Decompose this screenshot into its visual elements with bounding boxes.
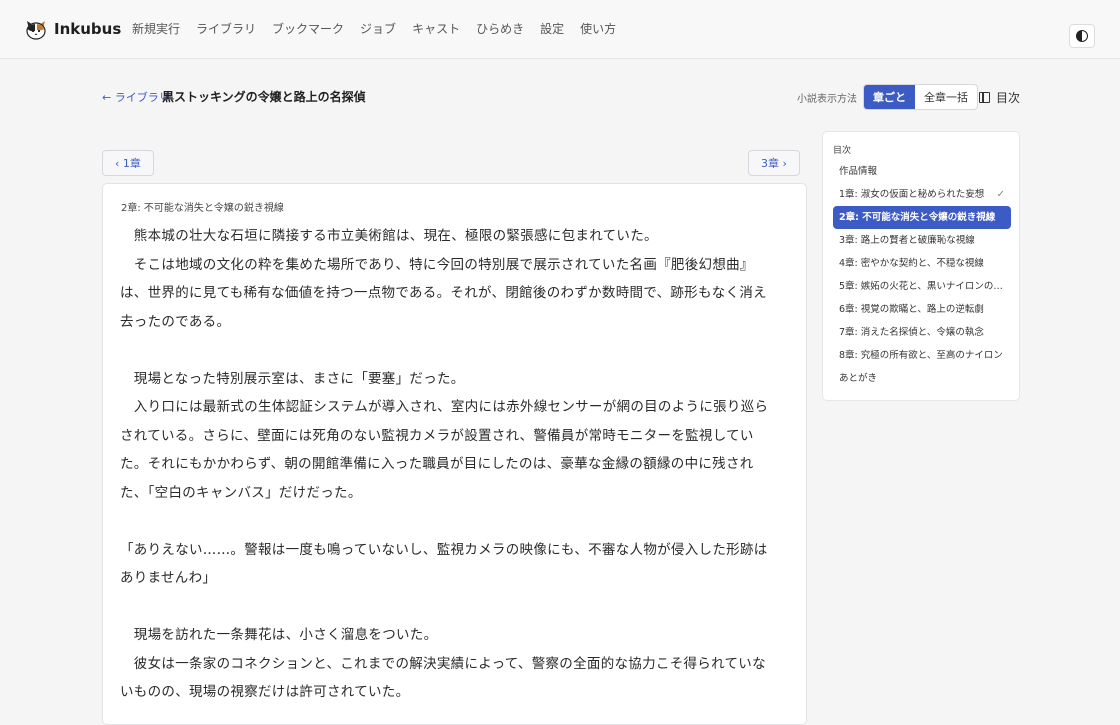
toc-item-label: 7章: 消えた名探偵と、令嬢の執念 bbox=[839, 327, 984, 338]
page-title: 黒ストッキングの令嬢と路上の名探偵 bbox=[162, 90, 366, 104]
paragraph-line: そこは地域の文化の粋を集めた場所であり、特に今回の特別展で展示されていた名画『肥… bbox=[120, 256, 754, 273]
paragraph-line: 去ったのである。 bbox=[120, 313, 231, 330]
paragraph-line: されている。さらに、壁面には死角のない監視カメラが設置され、警備員が常時モニター… bbox=[120, 427, 754, 444]
paragraph-line bbox=[120, 593, 792, 622]
toc-item-label: 2章: 不可能な消失と令嬢の鋭き視線 bbox=[839, 212, 996, 223]
paragraph-line bbox=[120, 507, 792, 536]
display-mode-label: 小説表示方法 bbox=[797, 94, 857, 105]
toc-item-label: 8章: 究極の所有欲と、至高のナイロン bbox=[839, 350, 1003, 361]
nav-settings[interactable]: 設定 bbox=[540, 20, 564, 37]
chapter-content-panel: 2章: 不可能な消失と令嬢の鋭き視線 熊本城の壮大な石垣に隣接する市立美術館は、… bbox=[102, 183, 807, 725]
paragraph-line: いものの、現場の視察だけは許可されていた。 bbox=[120, 684, 410, 700]
contrast-icon bbox=[1076, 30, 1088, 42]
toc-item[interactable]: 2章: 不可能な消失と令嬢の鋭き視線 bbox=[833, 206, 1011, 229]
toc-item-label: 6章: 視覚の欺瞞と、路上の逆転劇 bbox=[839, 304, 984, 315]
display-mode-toggle: 章ごと 全章一括 bbox=[863, 84, 978, 110]
paragraph-line: ありませんわ」 bbox=[120, 570, 217, 586]
toc-item-label: 4章: 密やかな契約と、不穏な視線 bbox=[839, 258, 984, 269]
chapter-heading: 2章: 不可能な消失と令嬢の鋭き視線 bbox=[121, 203, 284, 214]
toc-item[interactable]: 5章: 嫉妬の火花と、黒いナイロンの… bbox=[833, 275, 1011, 298]
paragraph-line: 入り口には最新式の生体認証システムが導入され、室内には赤外線センサーが網の目のよ… bbox=[120, 399, 769, 415]
table-of-contents: 目次 作品情報 1章: 淑女の仮面と秘められた妄想 ✓ 2章: 不可能な消失と令嬢の鋭… bbox=[822, 131, 1020, 401]
back-to-library-link[interactable]: ← ライブラリ bbox=[102, 89, 170, 105]
nav-jobs[interactable]: ジョブ bbox=[360, 20, 396, 37]
toc-item[interactable]: 作品情報 bbox=[833, 160, 1011, 183]
prev-chapter-label: ‹ 1章 bbox=[115, 157, 141, 170]
app-name: Inkubus bbox=[54, 20, 122, 38]
toc-item-label: 5章: 嫉妬の火花と、黒いナイロンの… bbox=[839, 281, 1003, 292]
paragraph-line: 現場となった特別展示室は、まさに「要塞」だった。 bbox=[120, 370, 465, 387]
nav-new-run[interactable]: 新規実行 bbox=[132, 20, 180, 37]
nav-cast[interactable]: キャスト bbox=[412, 20, 460, 37]
toc-item-label: 1章: 淑女の仮面と秘められた妄想 bbox=[839, 189, 985, 200]
paragraph-line: 彼女は一条家のコネクションと、これまでの解決実績によって、警察の全面的な協力こそ… bbox=[120, 655, 766, 672]
nav-library[interactable]: ライブラリ bbox=[196, 20, 256, 37]
mode-per-chapter-button[interactable]: 章ごと bbox=[864, 85, 915, 109]
top-navigation-bar: Inkubus 新規実行 ライブラリ ブックマーク ジョブ キャスト ひらめき … bbox=[0, 0, 1120, 59]
main-nav: 新規実行 ライブラリ ブックマーク ジョブ キャスト ひらめき 設定 使い方 bbox=[132, 20, 632, 37]
theme-toggle-button[interactable] bbox=[1069, 24, 1095, 48]
cat-logo-icon bbox=[26, 21, 46, 40]
toc-item[interactable]: 3章: 路上の賢者と破廉恥な視線 bbox=[833, 229, 1011, 252]
prev-chapter-button[interactable]: ‹ 1章 bbox=[102, 150, 154, 176]
toc-toggle-label: 目次 bbox=[996, 91, 1021, 105]
paragraph-line bbox=[120, 336, 792, 365]
paragraph-line: た、「空白のキャンバス」だけだった。 bbox=[120, 484, 362, 501]
sidebar-panel-icon bbox=[979, 92, 990, 103]
mode-all-chapters-button[interactable]: 全章一括 bbox=[915, 85, 977, 109]
toc-item[interactable]: あとがき bbox=[833, 367, 1011, 390]
brand[interactable]: Inkubus bbox=[25, 18, 121, 40]
toc-title: 目次 bbox=[833, 146, 852, 156]
nav-bookmarks[interactable]: ブックマーク bbox=[272, 20, 344, 37]
toc-item[interactable]: 4章: 密やかな契約と、不穏な視線 bbox=[833, 252, 1011, 275]
toc-item-label: 3章: 路上の賢者と破廉恥な視線 bbox=[839, 235, 975, 246]
toc-item-label: あとがき bbox=[839, 373, 878, 384]
toc-item[interactable]: 8章: 究極の所有欲と、至高のナイロン bbox=[833, 344, 1011, 367]
paragraph-line: た。それにもかかわらず、朝の開館準備に入った職員が目にしたのは、豪華な金縁の額縁… bbox=[120, 456, 754, 472]
chapter-body: 熊本城の壮大な石垣に隣接する市立美術館は、現在、極限の緊張感に包まれていた。 そ… bbox=[120, 222, 792, 707]
toc-list: 作品情報 1章: 淑女の仮面と秘められた妄想 ✓ 2章: 不可能な消失と令嬢の鋭き視線… bbox=[833, 160, 1011, 390]
paragraph-line: 熊本城の壮大な石垣に隣接する市立美術館は、現在、極限の緊張感に包まれていた。 bbox=[120, 228, 658, 244]
paragraph-line: 現場を訪れた一条舞花は、小さく溜息をついた。 bbox=[120, 627, 438, 643]
next-chapter-button[interactable]: 3章 › bbox=[748, 150, 800, 176]
check-icon: ✓ bbox=[996, 189, 1005, 200]
toc-toggle-button[interactable]: 目次 bbox=[979, 89, 1020, 106]
toc-item[interactable]: 1章: 淑女の仮面と秘められた妄想 ✓ bbox=[833, 183, 1011, 206]
nav-ideas[interactable]: ひらめき bbox=[476, 20, 524, 37]
toc-item-label: 作品情報 bbox=[839, 166, 878, 177]
nav-help[interactable]: 使い方 bbox=[580, 20, 616, 37]
paragraph-line: は、世界的に見ても稀有な価値を持つ一点物である。それが、閉館後のわずか数時間で、… bbox=[120, 285, 767, 301]
paragraph-line: 「ありえない……。警報は一度も鳴っていないし、監視カメラの映像にも、不審な人物が… bbox=[120, 541, 768, 558]
toc-item[interactable]: 7章: 消えた名探偵と、令嬢の執念 bbox=[833, 321, 1011, 344]
next-chapter-label: 3章 › bbox=[761, 157, 787, 170]
toc-item[interactable]: 6章: 視覚の欺瞞と、路上の逆転劇 bbox=[833, 298, 1011, 321]
